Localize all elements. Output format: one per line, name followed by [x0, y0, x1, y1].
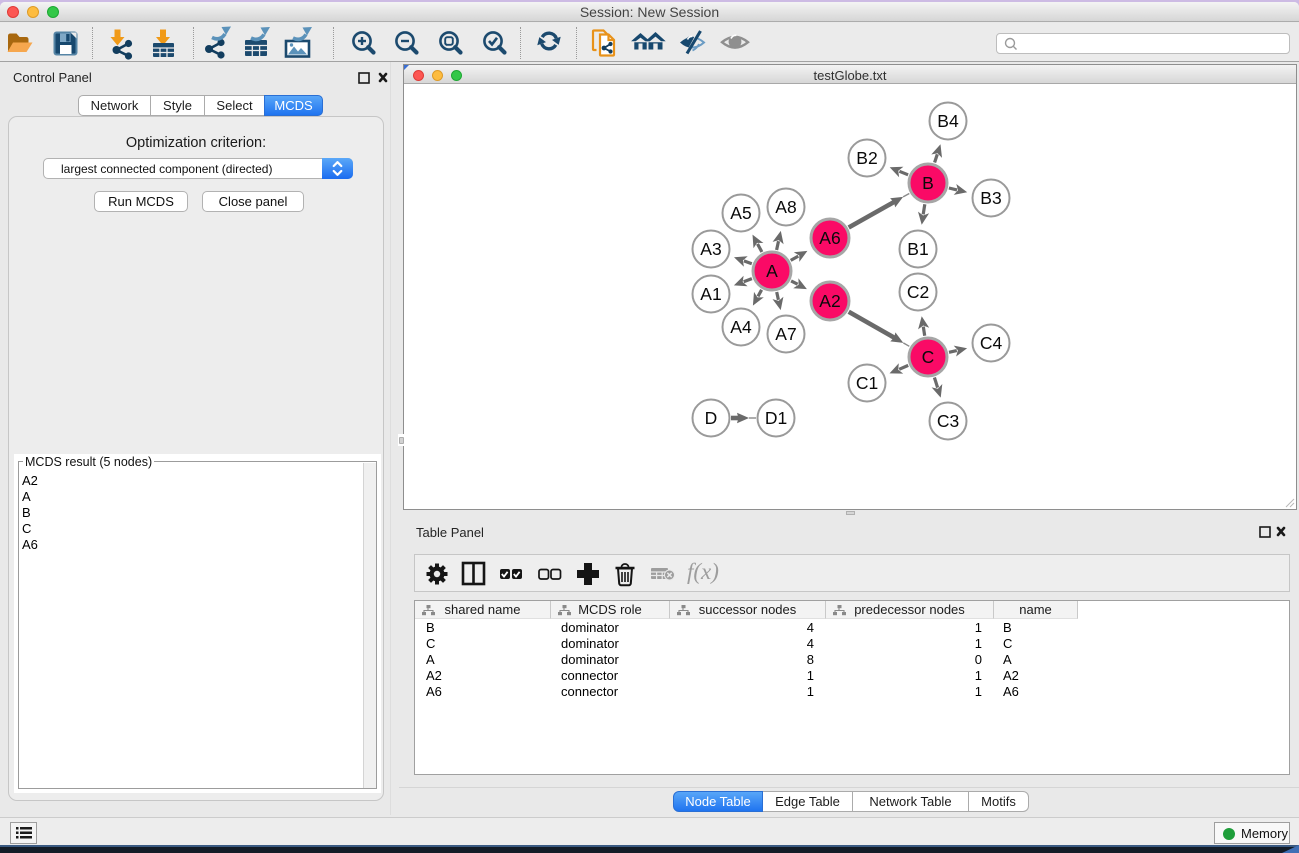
- svg-text:A3: A3: [700, 239, 721, 259]
- svg-text:C4: C4: [980, 333, 1003, 353]
- svg-text:B4: B4: [937, 111, 959, 131]
- svg-text:B: B: [922, 173, 934, 193]
- svg-text:A4: A4: [730, 317, 752, 337]
- svg-text:A7: A7: [775, 324, 796, 344]
- svg-text:D: D: [705, 408, 718, 428]
- svg-text:C2: C2: [907, 282, 929, 302]
- svg-text:C: C: [922, 347, 935, 367]
- svg-text:C3: C3: [937, 411, 959, 431]
- svg-text:A2: A2: [819, 291, 840, 311]
- svg-text:B3: B3: [980, 188, 1001, 208]
- svg-text:A1: A1: [700, 284, 721, 304]
- svg-text:B2: B2: [856, 148, 877, 168]
- svg-text:D1: D1: [765, 408, 787, 428]
- svg-text:B1: B1: [907, 239, 928, 259]
- svg-text:A8: A8: [775, 197, 796, 217]
- svg-text:A6: A6: [819, 228, 840, 248]
- svg-text:C1: C1: [856, 373, 878, 393]
- svg-text:A5: A5: [730, 203, 751, 223]
- svg-text:A: A: [766, 261, 778, 281]
